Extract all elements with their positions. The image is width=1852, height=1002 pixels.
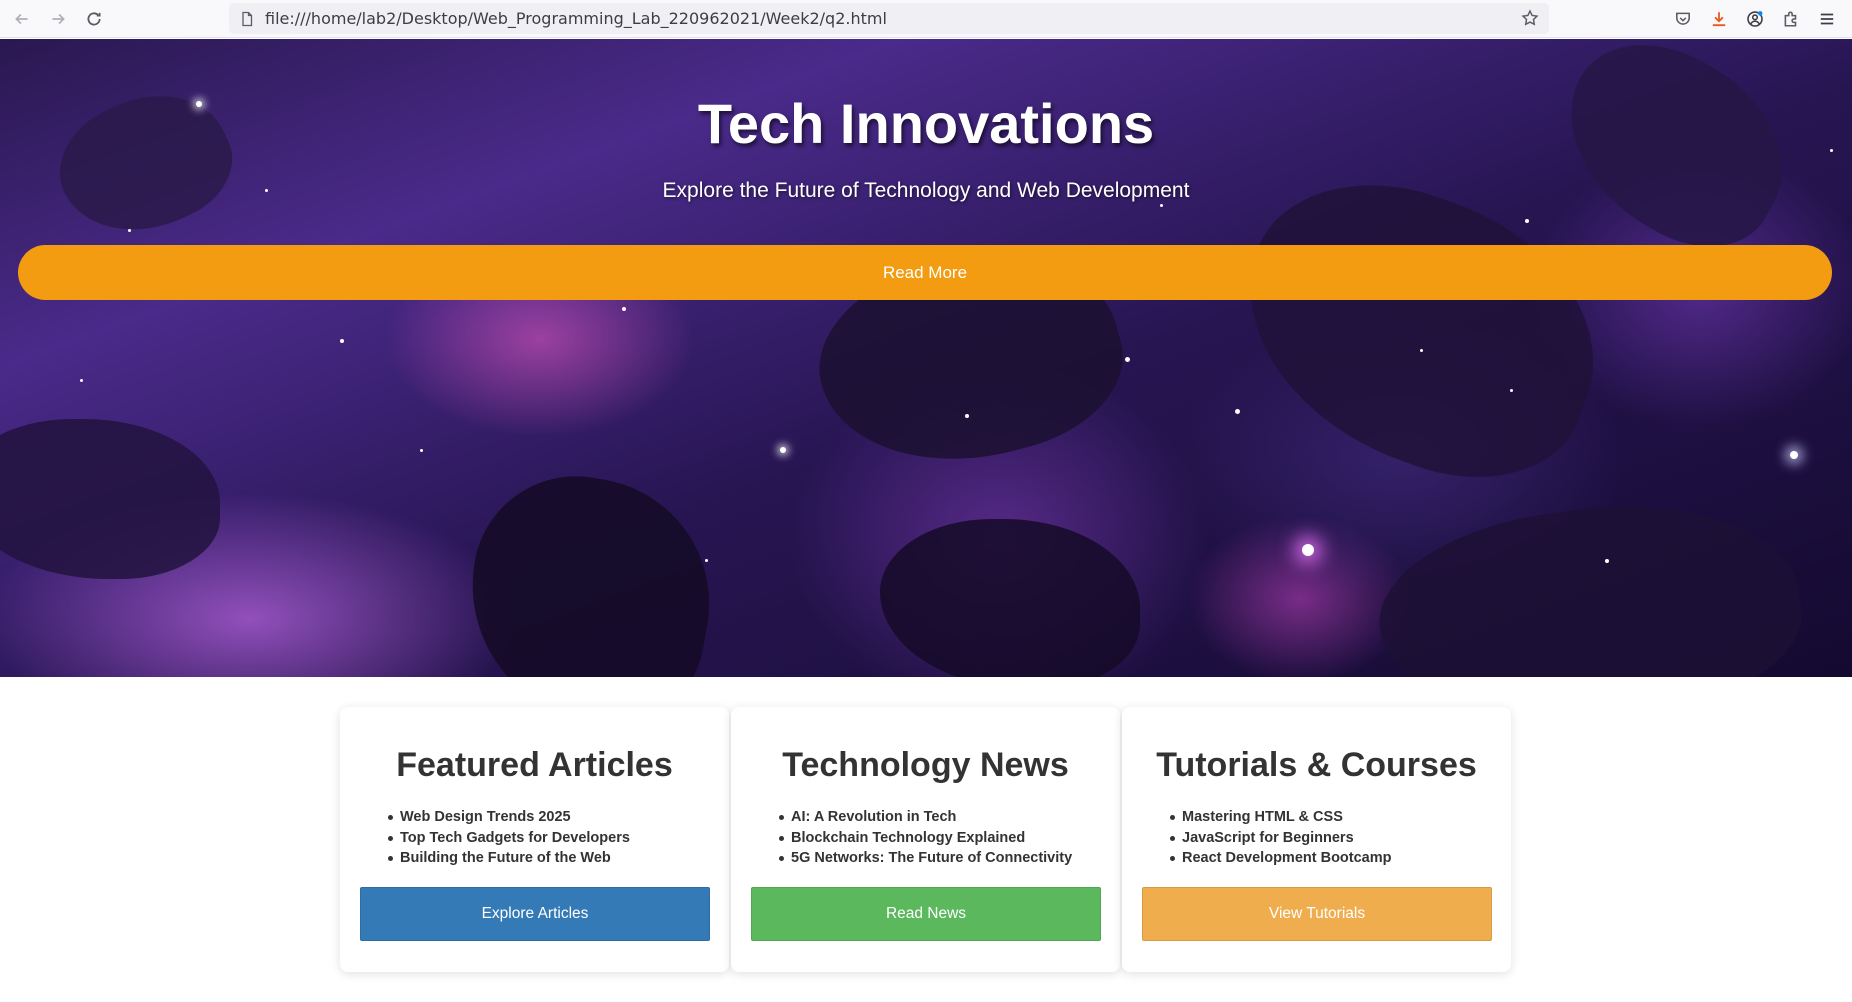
card-list: AI: A Revolution in Tech Blockchain Tech… <box>779 807 1072 869</box>
card-featured-articles: Featured Articles Web Design Trends 2025… <box>340 707 729 972</box>
hero-background-star <box>420 449 423 452</box>
hero-background-star <box>705 559 708 562</box>
download-icon[interactable] <box>1708 8 1730 30</box>
back-icon[interactable] <box>10 7 34 31</box>
hero-background-star <box>780 447 786 453</box>
hero-background-rock <box>450 459 730 677</box>
hero-background-star <box>965 414 969 418</box>
hero-background-rock <box>1532 39 1818 276</box>
hero-background-star <box>1605 559 1609 563</box>
list-item: Mastering HTML & CSS <box>1170 807 1392 828</box>
list-item: React Development Bootcamp <box>1170 848 1392 869</box>
hero-background-star <box>622 307 626 311</box>
hero-background-star <box>1302 544 1314 556</box>
hero-section: Tech Innovations Explore the Future of T… <box>0 39 1852 677</box>
read-more-button[interactable]: Read More <box>18 245 1832 300</box>
read-news-button[interactable]: Read News <box>751 887 1101 941</box>
card-list: Mastering HTML & CSS JavaScript for Begi… <box>1170 807 1392 869</box>
list-item: Building the Future of the Web <box>388 848 630 869</box>
card-list: Web Design Trends 2025 Top Tech Gadgets … <box>388 807 630 869</box>
reload-icon[interactable] <box>82 7 106 31</box>
account-icon[interactable] <box>1744 8 1766 30</box>
pocket-icon[interactable] <box>1672 8 1694 30</box>
hero-background-star <box>1160 204 1163 207</box>
hero-background-rock <box>1367 480 1813 677</box>
hero-background-rock <box>0 419 220 579</box>
card-tutorials-courses: Tutorials & Courses Mastering HTML & CSS… <box>1122 707 1511 972</box>
list-item: 5G Networks: The Future of Connectivity <box>779 848 1072 869</box>
view-tutorials-button[interactable]: View Tutorials <box>1142 887 1492 941</box>
list-item: AI: A Revolution in Tech <box>779 807 1072 828</box>
hero-background-star <box>1235 409 1240 414</box>
forward-icon[interactable] <box>46 7 70 31</box>
list-item: Top Tech Gadgets for Developers <box>388 828 630 849</box>
hero-background-star <box>80 379 83 382</box>
hero-background-rock <box>880 519 1140 677</box>
card-title: Tutorials & Courses <box>1156 746 1477 784</box>
cards-section: Featured Articles Web Design Trends 2025… <box>340 707 1512 972</box>
hero-background-star <box>340 339 344 343</box>
hero-background-star <box>1125 357 1130 362</box>
page-icon <box>242 11 253 26</box>
list-item: Blockchain Technology Explained <box>779 828 1072 849</box>
hero-background-star <box>1525 219 1529 223</box>
url-text[interactable]: file:///home/lab2/Desktop/Web_Programmin… <box>265 9 887 28</box>
menu-icon[interactable] <box>1816 8 1838 30</box>
browser-toolbar: file:///home/lab2/Desktop/Web_Programmin… <box>0 0 1852 38</box>
list-item: JavaScript for Beginners <box>1170 828 1392 849</box>
list-item: Web Design Trends 2025 <box>388 807 630 828</box>
hero-background-star <box>128 229 131 232</box>
hero-subtitle: Explore the Future of Technology and Web… <box>662 179 1190 202</box>
url-bar[interactable]: file:///home/lab2/Desktop/Web_Programmin… <box>229 3 1549 34</box>
card-technology-news: Technology News AI: A Revolution in Tech… <box>731 707 1120 972</box>
hero-background-star <box>1790 451 1798 459</box>
explore-articles-button[interactable]: Explore Articles <box>360 887 710 941</box>
bookmark-star-icon[interactable] <box>1521 9 1539 27</box>
hero-title: Tech Innovations <box>697 92 1155 155</box>
hero-background-star <box>1510 389 1513 392</box>
extensions-icon[interactable] <box>1780 8 1802 30</box>
card-title: Featured Articles <box>396 746 673 784</box>
hero-background-star <box>1420 349 1423 352</box>
card-title: Technology News <box>782 746 1069 784</box>
